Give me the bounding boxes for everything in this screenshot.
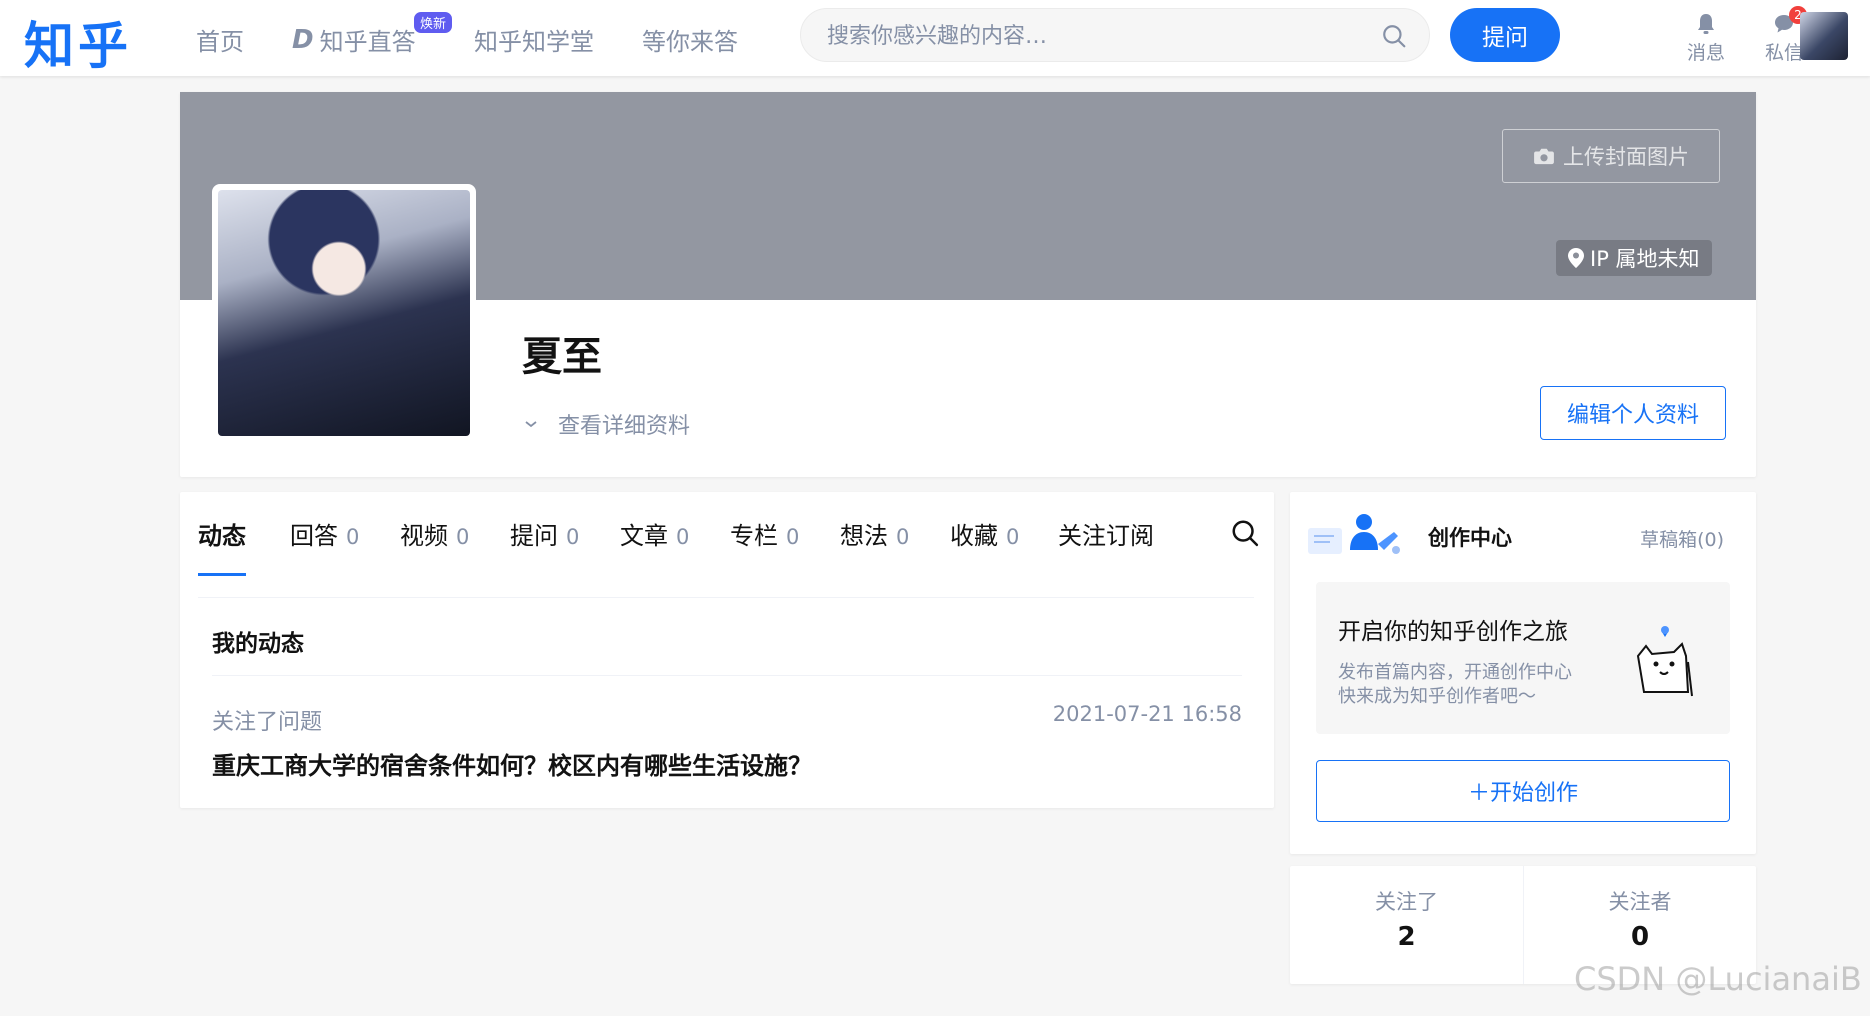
feed-divider [212,675,1242,676]
creator-center-illustration-icon [1308,514,1400,554]
creator-intro-title: 开启你的知乎创作之旅 [1338,619,1568,645]
following-count: 2 [1397,922,1416,952]
dm-label: 私信 [1764,42,1803,64]
feed-section-title: 我的动态 [212,631,304,657]
feed-item-time: 2021-07-21 16:58 [1052,702,1242,726]
edit-profile-button[interactable]: 编辑个人资料 [1540,386,1726,440]
upload-cover-label: 上传封面图片 [1563,145,1689,169]
tab-answers[interactable]: 回答 0 [290,516,359,572]
messages-label: 消息 [1686,42,1725,64]
profile-tabs: 动态 回答 0 视频 0 提问 0 文章 0 专栏 0 想法 0 收藏 0 关注订阅 [198,492,1259,598]
profile-header-card: 上传封面图片 IP 属地未知 夏至 查看详细资料 编辑个人资料 [180,92,1756,477]
ip-location-tag: IP 属地未知 [1556,240,1712,276]
nav-zhida[interactable]: D 知乎直答 焕新 [292,10,455,57]
nav-zhida-label: 知乎直答 [319,28,416,56]
tab-count: 0 [676,525,690,549]
top-navbar: 知乎 首页 D 知乎直答 焕新 知乎知学堂 等你来答 提问 消息 2 私信 [0,0,1870,76]
followers-label: 关注者 [1608,890,1672,914]
tab-columns[interactable]: 专栏 0 [730,516,799,572]
following-label: 关注了 [1375,890,1438,914]
start-creating-button[interactable]: ＋开始创作 [1316,760,1730,822]
tab-label: 关注订阅 [1058,522,1154,550]
tab-count: 0 [896,525,910,549]
profile-avatar-image [218,190,470,436]
location-pin-icon [1568,248,1584,268]
view-detail-label: 查看详细资料 [558,414,691,439]
search-input[interactable] [827,21,1347,51]
feed-item-title[interactable]: 重庆工商大学的宿舍条件如何？校区内有哪些生活设施？ [212,746,812,781]
search-bar [800,8,1430,62]
nav-zhixuetang[interactable]: 知乎知学堂 [474,22,594,57]
followers-count: 0 [1630,922,1650,952]
zhida-logo-icon: D [292,24,314,55]
ask-question-button[interactable]: 提问 [1450,8,1560,62]
tab-videos[interactable]: 视频 0 [400,516,469,572]
bell-icon [1698,14,1714,34]
profile-username: 夏至 [522,334,602,380]
profile-avatar[interactable] [212,184,476,442]
creator-center-title: 创作中心 [1428,526,1512,550]
creator-intro-box: 开启你的知乎创作之旅 发布首篇内容，开通创作中心 快来成为知乎创作者吧～ [1316,582,1730,734]
creator-intro-desc: 发布首篇内容，开通创作中心 [1338,662,1572,683]
tab-label: 提问 [510,522,558,550]
camera-icon [1534,148,1554,165]
zhihu-logo[interactable]: 知乎 [24,6,132,78]
tab-count: 0 [786,525,800,549]
creator-center-card: 创作中心 草稿箱(0) 开启你的知乎创作之旅 发布首篇内容，开通创作中心 快来成… [1290,492,1756,854]
creator-mascot-icon [1636,626,1693,697]
following-stat[interactable]: 关注了 2 [1290,866,1523,984]
tab-search-icon[interactable] [1230,518,1260,548]
tab-questions[interactable]: 提问 0 [510,516,579,572]
drafts-link[interactable]: 草稿箱(0) [1640,525,1724,552]
tab-collections[interactable]: 收藏 0 [950,516,1019,572]
search-icon[interactable] [1381,23,1407,49]
tab-count: 0 [1006,525,1020,549]
tab-label: 想法 [840,522,888,550]
tab-label: 动态 [198,522,246,550]
tab-subscriptions[interactable]: 关注订阅 [1058,516,1154,572]
profile-main-card: 动态 回答 0 视频 0 提问 0 文章 0 专栏 0 想法 0 收藏 0 关注订阅 我的动态… [180,492,1274,808]
nav-waiting-answers[interactable]: 等你来答 [642,22,738,57]
upload-cover-button[interactable]: 上传封面图片 [1502,129,1720,183]
tab-activity[interactable]: 动态 [198,516,246,576]
ip-location-text: IP 属地未知 [1590,247,1700,271]
tab-label: 专栏 [730,522,778,550]
tab-count: 0 [566,525,580,549]
tab-label: 文章 [620,522,668,550]
creator-intro-desc: 快来成为知乎创作者吧～ [1338,686,1536,707]
tab-label: 收藏 [950,522,998,550]
tab-label: 视频 [400,522,448,550]
tab-label: 回答 [290,522,338,550]
nav-home[interactable]: 首页 [196,22,244,57]
feed-item-action: 关注了问题 [212,710,323,735]
view-detail-link[interactable]: 查看详细资料 [524,408,690,440]
tab-count: 0 [346,525,360,549]
new-badge: 焕新 [412,10,455,35]
tab-count: 0 [456,525,470,549]
tab-pins[interactable]: 想法 0 [840,516,909,572]
csdn-watermark: CSDN @LucianaiB [1574,960,1862,998]
user-avatar[interactable] [1800,12,1848,60]
tab-articles[interactable]: 文章 0 [620,516,689,572]
chevron-down-icon [525,421,537,428]
messages-button[interactable]: 消息 [1676,12,1736,65]
